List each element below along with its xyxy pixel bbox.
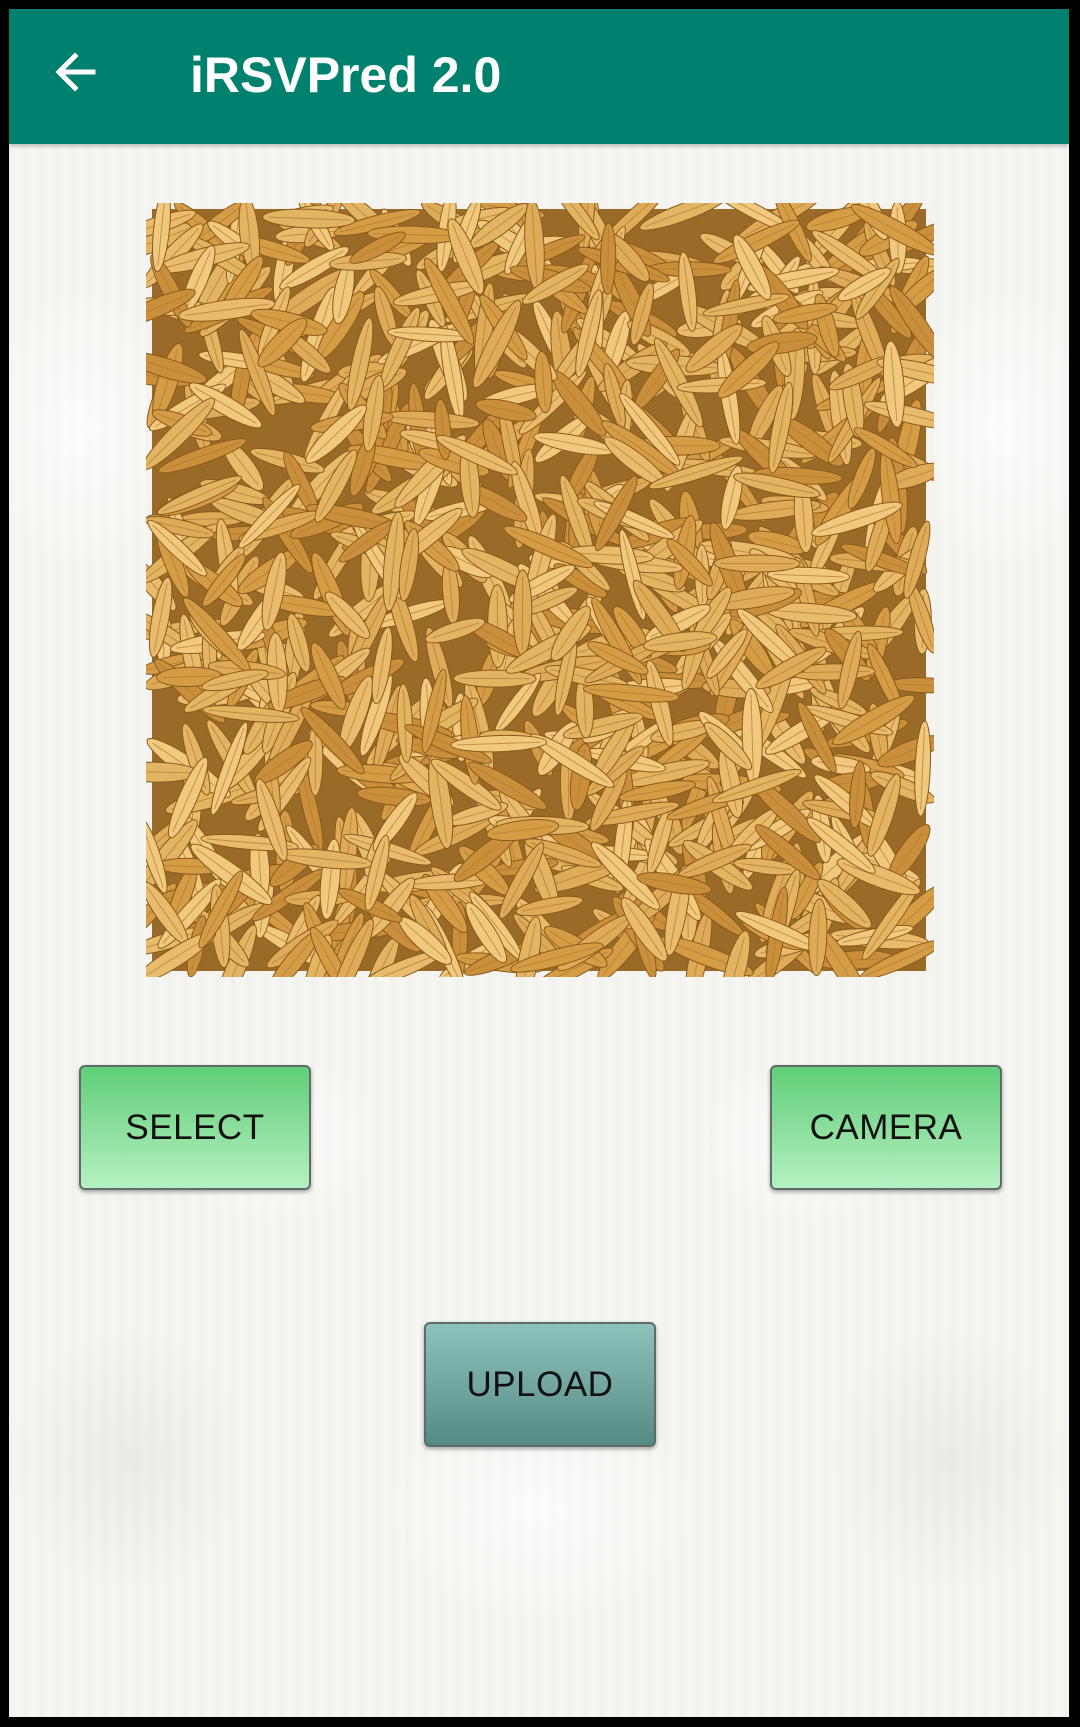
arrow-back-icon [51,48,99,101]
back-button[interactable] [35,34,115,114]
app-title: iRSVPred 2.0 [190,47,502,103]
camera-button[interactable]: CAMERA [770,1065,1002,1190]
app-screen: iRSVPred 2.0 SELECT CAMERA UPLOAD [9,9,1069,1717]
app-bar: iRSVPred 2.0 [9,9,1069,144]
rice-grains-image [146,203,934,977]
select-button[interactable]: SELECT [79,1065,311,1190]
upload-button[interactable]: UPLOAD [424,1322,656,1447]
